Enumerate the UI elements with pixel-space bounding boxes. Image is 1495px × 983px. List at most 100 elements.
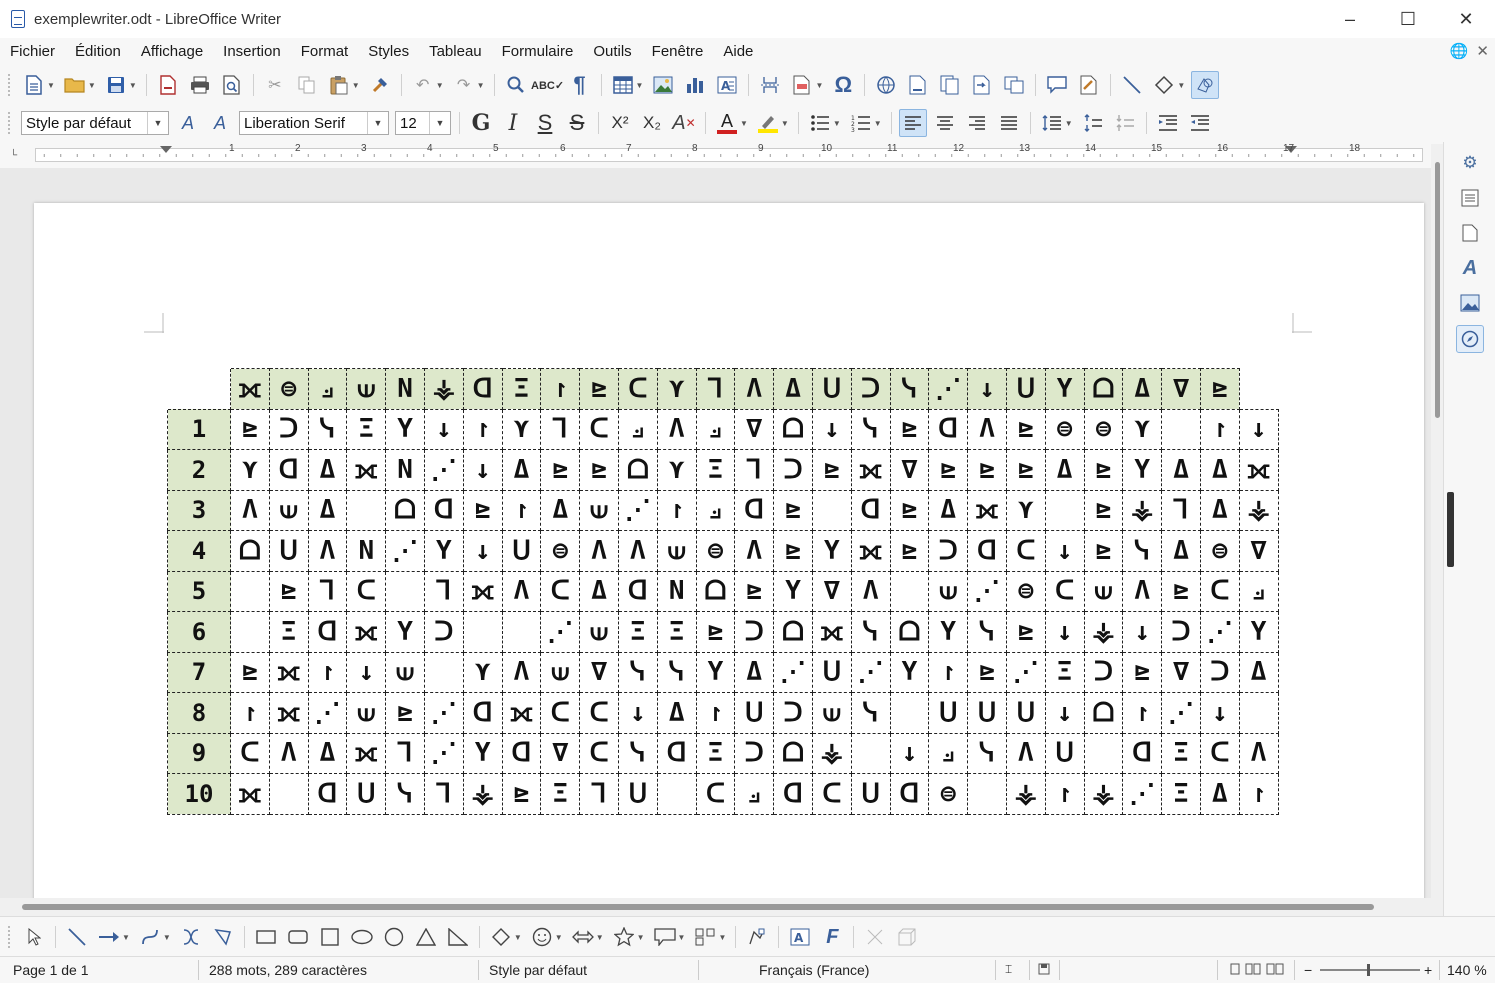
- page-count[interactable]: Page 1 de 1: [13, 962, 89, 978]
- table-row-header[interactable]: 6: [167, 611, 231, 653]
- zoom-level[interactable]: 140 %: [1447, 962, 1487, 978]
- table-header-cell[interactable]: ⟗: [230, 368, 270, 410]
- table-cell[interactable]: ⋰: [1005, 651, 1046, 693]
- table-cell[interactable]: ᓭ: [967, 611, 1007, 653]
- table-cell[interactable]: ↓: [1238, 408, 1279, 450]
- table-cell[interactable]: ↓: [617, 692, 658, 734]
- table-cell[interactable]: ⋎: [656, 449, 697, 491]
- sidebar-page-icon[interactable]: [1457, 220, 1483, 246]
- table-cell[interactable]: ⋎: [462, 651, 503, 693]
- table-cell[interactable]: ᑌ: [811, 651, 852, 693]
- table-cell[interactable]: ↓: [1199, 692, 1240, 734]
- table-dropdown-icon[interactable]: ▼: [636, 81, 644, 90]
- table-cell[interactable]: Λ: [734, 530, 775, 572]
- table-cell[interactable]: Λ: [1005, 732, 1046, 774]
- table-cell[interactable]: ⟓: [928, 732, 969, 774]
- table-cell[interactable]: ↓: [462, 530, 503, 572]
- table-cell[interactable]: Δ: [1199, 449, 1240, 491]
- paragraph-style-select[interactable]: Style par défaut ▼: [21, 111, 169, 135]
- table-row-header[interactable]: 5: [167, 570, 231, 612]
- basic-shapes-diamond-icon[interactable]: [487, 923, 515, 951]
- table-cell[interactable]: ⊜: [1005, 570, 1046, 612]
- table-cell[interactable]: Ξ: [1161, 732, 1201, 774]
- table-cell[interactable]: ⟒: [579, 611, 619, 653]
- table-cell[interactable]: [346, 489, 387, 531]
- table-cell[interactable]: Ξ: [540, 773, 581, 815]
- table-cell[interactable]: Υ: [385, 408, 425, 450]
- table-cell[interactable]: ↾: [1238, 773, 1279, 815]
- table-cell[interactable]: ᓭ: [850, 408, 891, 450]
- star-icon[interactable]: [610, 923, 638, 951]
- table-row-header[interactable]: 3: [167, 489, 231, 531]
- table-cell[interactable]: ⟗: [268, 651, 309, 693]
- table-row-header[interactable]: 8: [167, 692, 231, 734]
- table-cell[interactable]: ∇: [1161, 651, 1201, 693]
- toolbar-grip[interactable]: [8, 926, 12, 948]
- table-cell[interactable]: ⊵: [811, 449, 852, 491]
- field-dropdown-icon[interactable]: ▼: [815, 81, 823, 90]
- table-cell[interactable]: ᑐ: [773, 449, 813, 491]
- table-cell[interactable]: ⊵: [579, 449, 619, 491]
- triangle-icon[interactable]: [412, 923, 440, 951]
- table-cell[interactable]: ᓭ: [967, 732, 1007, 774]
- clear-formatting-icon[interactable]: A ✕: [670, 109, 698, 137]
- table-row-header[interactable]: 9: [167, 732, 231, 774]
- table-cell[interactable]: ᑕ: [540, 570, 581, 612]
- insert-mode-icon[interactable]: ⌶: [1005, 962, 1012, 977]
- table-cell[interactable]: ᑌ: [501, 530, 542, 572]
- table-cell[interactable]: ⊵: [1083, 530, 1124, 572]
- right-triangle-icon[interactable]: [444, 923, 472, 951]
- zoom-slider-handle[interactable]: [1367, 964, 1370, 976]
- update-style-icon[interactable]: A: [174, 109, 202, 137]
- zoom-slider[interactable]: [1320, 969, 1420, 971]
- align-center-icon[interactable]: [931, 109, 959, 137]
- numbered-list-icon[interactable]: 123: [847, 109, 875, 137]
- table-cell[interactable]: ᗝ: [773, 408, 813, 450]
- table-cell[interactable]: ⟓: [1238, 570, 1279, 612]
- table-cell[interactable]: ᗝ: [385, 489, 425, 531]
- table-cell[interactable]: ᗡ: [501, 732, 542, 774]
- page-break-icon[interactable]: [756, 71, 784, 99]
- document-page[interactable]: ⟗ ⊜ ⟓ ⟒ Ν ⚶ ᗡ Ξ ↾ ⊵ ᑕ ⋎ ⅂ Λ Δ ᑌ ᑐ ᓭ ⋰ ↓ ᑌ Υ ᗝ Δ ∇ ⊵ 1 ⊵ ᑐ ᓭ Ξ Υ ↓ ↾ ⋎ ⅂ ᑕ ⟓ Λ ⟓…: [34, 203, 1424, 898]
- table-cell[interactable]: ⋰: [385, 530, 425, 572]
- circle-icon[interactable]: [380, 923, 408, 951]
- table-cell[interactable]: ᗡ: [850, 489, 891, 531]
- table-cell[interactable]: ᗝ: [889, 611, 930, 653]
- table-cell[interactable]: ⋰: [1199, 611, 1240, 653]
- table-cell[interactable]: ⊵: [1005, 449, 1046, 491]
- square-icon[interactable]: [316, 923, 344, 951]
- table-cell[interactable]: ⅂: [579, 773, 619, 815]
- table-cell[interactable]: ⋎: [501, 408, 542, 450]
- table-cell[interactable]: ᑌ: [967, 692, 1007, 734]
- ruler-track[interactable]: [35, 148, 1423, 162]
- table-cell[interactable]: ᑕ: [1199, 570, 1240, 612]
- horizontal-scrollbar[interactable]: [0, 898, 1443, 916]
- table-cell[interactable]: ⋰: [423, 732, 464, 774]
- 3d-effects-icon[interactable]: [893, 923, 921, 951]
- table-cell[interactable]: ⟗: [850, 530, 891, 572]
- table-cell[interactable]: ⊜: [540, 530, 581, 572]
- table-header-cell[interactable]: ᑌ: [811, 368, 852, 410]
- table-cell[interactable]: ᑕ: [1199, 732, 1240, 774]
- table-cell[interactable]: ᑐ: [268, 408, 309, 450]
- table-cell[interactable]: ⋰: [307, 692, 348, 734]
- save-dropdown-icon[interactable]: ▼: [129, 81, 137, 90]
- menu-fenetre[interactable]: Fenêtre: [642, 38, 714, 66]
- callouts-dropdown-icon[interactable]: ▼: [678, 933, 686, 942]
- table-cell[interactable]: ⊵: [928, 449, 969, 491]
- comment-icon[interactable]: [1043, 71, 1071, 99]
- find-replace-icon[interactable]: [502, 71, 530, 99]
- table-cell[interactable]: ⊵: [1083, 449, 1124, 491]
- copy-icon[interactable]: [293, 71, 321, 99]
- table-cell[interactable]: ⋰: [423, 692, 464, 734]
- table-cell[interactable]: ᗝ: [230, 530, 270, 572]
- table-header-cell[interactable]: ⋎: [656, 368, 697, 410]
- line-arrow-icon[interactable]: [95, 923, 123, 951]
- table-cell[interactable]: ⚶: [1005, 773, 1046, 815]
- left-indent-marker[interactable]: [160, 146, 172, 153]
- table-cell[interactable]: Λ: [579, 530, 619, 572]
- decrease-paragraph-spacing-icon[interactable]: [1111, 109, 1139, 137]
- single-page-view-icon[interactable]: [1229, 962, 1241, 978]
- table-cell[interactable]: ⊵: [230, 408, 270, 450]
- table-cell[interactable]: Ξ: [346, 408, 387, 450]
